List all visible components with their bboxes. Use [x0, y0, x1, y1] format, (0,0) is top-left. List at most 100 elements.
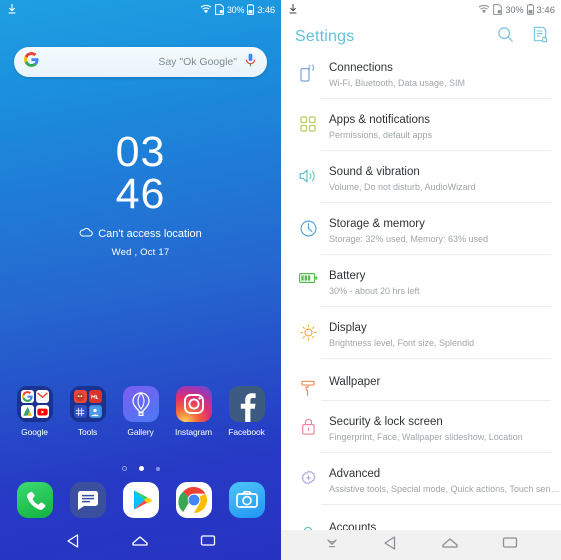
download-icon: [289, 4, 297, 16]
battery-icon: [526, 3, 534, 17]
settings-list: Connections Wi-Fi, Bluetooth, Data usage…: [281, 54, 561, 560]
paint-roller-icon: [295, 377, 321, 397]
app-label: Instagram: [175, 427, 212, 437]
settings-row-subtitle: Storage: 32% used, Memory: 63% used: [329, 234, 489, 244]
home-screen-panel: 30% 3:46 Say "Ok Google" 03 46 Can't acc…: [0, 0, 281, 560]
download-icon: [8, 4, 16, 16]
connections-icon: [295, 61, 321, 82]
app-label: Tools: [77, 427, 98, 437]
settings-row-subtitle: Volume, Do not disturb, AudioWizard: [329, 182, 476, 192]
settings-row-title: Connections: [329, 62, 393, 74]
app-row: Google Tools Gallery Instagram Facebook: [0, 386, 281, 437]
battery-icon: [247, 3, 255, 17]
home-icon[interactable]: [131, 534, 149, 553]
page-dot-active[interactable]: [138, 466, 144, 471]
app-icon-gallery[interactable]: Gallery: [118, 386, 164, 437]
settings-header: Settings: [281, 20, 561, 54]
clock-date: Wed , Oct 17: [111, 247, 170, 258]
settings-row-title: Storage & memory: [329, 218, 425, 230]
settings-navigation-bar: [281, 530, 561, 560]
hide-down-icon[interactable]: [325, 536, 339, 555]
dock-icon-camera[interactable]: [228, 482, 265, 518]
gear-plus-icon: [295, 467, 321, 487]
settings-row-advanced[interactable]: Advanced Assistive tools, Special mode, …: [281, 460, 561, 512]
instagram-icon: [175, 386, 212, 422]
google-folder-icon: [16, 386, 53, 422]
google-search-bar[interactable]: Say "Ok Google": [14, 47, 267, 77]
settings-row-title: Wallpaper: [329, 376, 381, 388]
search-placeholder: Say "Ok Google": [158, 56, 237, 68]
settings-row-sound-vibration[interactable]: Sound & vibration Volume, Do not disturb…: [281, 158, 561, 210]
settings-row-subtitle: Permissions, default apps: [329, 130, 433, 140]
suggestions-icon[interactable]: [532, 26, 549, 48]
dock-icon-phone[interactable]: [16, 482, 53, 518]
settings-row-title: Security & lock screen: [329, 416, 443, 428]
settings-row-storage-memory[interactable]: Storage & memory Storage: 32% used, Memo…: [281, 210, 561, 262]
app-label: Gallery: [127, 427, 154, 437]
app-icon-facebook[interactable]: Facebook: [224, 386, 270, 437]
speaker-icon: [295, 165, 321, 184]
settings-row-battery[interactable]: Battery 30% - about 20 hrs left: [281, 262, 561, 314]
home-status-bar: 30% 3:46: [0, 0, 281, 20]
settings-row-title: Battery: [329, 270, 366, 282]
settings-row-subtitle: Wi-Fi, Bluetooth, Data usage, SIM: [329, 78, 466, 88]
search-icon[interactable]: [497, 26, 514, 48]
microphone-icon[interactable]: [245, 53, 256, 72]
settings-row-display[interactable]: Display Brightness level, Font size, Spl…: [281, 314, 561, 366]
page-title: Settings: [295, 28, 355, 45]
settings-row-title: Sound & vibration: [329, 166, 420, 178]
back-triangle-icon[interactable]: [65, 533, 81, 553]
settings-row-security-lock-screen[interactable]: Security & lock screen Fingerprint, Face…: [281, 408, 561, 460]
app-icon-tools-folder[interactable]: Tools: [65, 386, 111, 437]
page-dot[interactable]: [155, 466, 160, 471]
battery-icon: [295, 269, 321, 284]
dock: [0, 482, 281, 518]
settings-row-wallpaper[interactable]: Wallpaper: [281, 366, 561, 408]
storage-clock-icon: [295, 217, 321, 237]
status-clock: 3:46: [536, 4, 556, 16]
page-indicator: [0, 466, 281, 471]
home-navigation-bar: [0, 526, 281, 560]
settings-row-subtitle: 30% - about 20 hrs left: [329, 286, 420, 296]
dock-icon-play-store[interactable]: [122, 482, 159, 518]
settings-status-bar: 30% 3:46: [281, 0, 561, 20]
gallery-balloon-icon: [122, 386, 159, 422]
dock-icon-chrome[interactable]: [175, 482, 212, 518]
wifi-icon: [200, 4, 212, 16]
sim-card-icon: [493, 3, 503, 17]
home-icon[interactable]: [441, 536, 459, 555]
app-label: Facebook: [228, 427, 265, 437]
wifi-icon: [478, 4, 490, 16]
facebook-icon: [228, 386, 265, 422]
recents-square-icon[interactable]: [200, 534, 216, 552]
battery-percent-text: 30%: [226, 5, 245, 15]
weather-location-row: Can't access location: [0, 227, 281, 240]
battery-percent-text: 30%: [505, 5, 524, 15]
settings-row-subtitle: Brightness level, Font size, Splendid: [329, 338, 475, 348]
settings-row-subtitle: Assistive tools, Special mode, Quick act…: [329, 484, 561, 494]
settings-row-title: Advanced: [329, 468, 381, 480]
settings-panel: 30% 3:46 Settings Connections Wi-Fi, Blu…: [281, 0, 561, 560]
settings-row-subtitle: Fingerprint, Face, Wallpaper slideshow, …: [329, 432, 523, 442]
location-text: Can't access location: [98, 228, 202, 240]
page-dot[interactable]: [121, 466, 127, 471]
app-icon-google-folder[interactable]: Google: [12, 386, 58, 437]
dock-icon-messages[interactable]: [69, 482, 106, 518]
clock-minutes: 46: [115, 170, 166, 218]
back-triangle-icon[interactable]: [382, 535, 398, 555]
app-label: Google: [21, 427, 48, 437]
status-clock: 3:46: [257, 4, 275, 16]
google-g-icon: [24, 52, 39, 72]
app-icon-instagram[interactable]: Instagram: [171, 386, 217, 437]
recents-square-icon[interactable]: [502, 536, 518, 554]
cloud-icon: [79, 227, 93, 240]
brightness-icon: [295, 321, 321, 341]
clock-hours: 03: [115, 128, 166, 176]
settings-row-connections[interactable]: Connections Wi-Fi, Bluetooth, Data usage…: [281, 54, 561, 106]
settings-row-apps-notifications[interactable]: Apps & notifications Permissions, defaul…: [281, 106, 561, 158]
lock-icon: [295, 415, 321, 435]
settings-row-title: Apps & notifications: [329, 114, 431, 126]
apps-grid-icon: [295, 113, 321, 132]
settings-row-title: Display: [329, 322, 367, 334]
clock-widget[interactable]: 03 46 Can't access location Wed , Oct 17: [0, 128, 281, 258]
